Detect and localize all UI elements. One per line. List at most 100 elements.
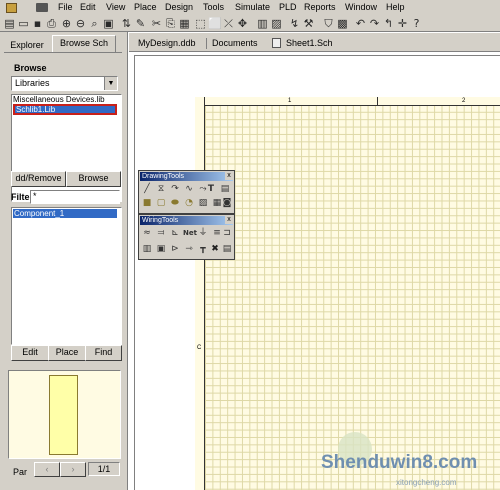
menu-window[interactable]: Window — [345, 2, 377, 13]
component-list[interactable]: Component_1 — [11, 207, 122, 345]
library-item-selected[interactable]: Schlib1.Lib — [13, 104, 117, 115]
hierarchy-icon[interactable]: ⇅ — [120, 17, 133, 30]
line-icon[interactable]: ╱ — [141, 183, 153, 195]
port-icon[interactable]: ⊳ — [169, 243, 181, 255]
image-icon[interactable]: ▨ — [197, 197, 209, 209]
component-item-label: Component_1 — [14, 209, 65, 218]
edit-button[interactable]: Edit — [11, 345, 49, 361]
library-dropdown[interactable]: Libraries ▼ — [11, 76, 118, 91]
panel-toggle-icon[interactable]: ▤ — [3, 17, 16, 30]
deselect-icon[interactable]: ⬜ — [208, 17, 222, 30]
filter-value: * — [33, 191, 37, 201]
menu-pld[interactable]: PLD — [279, 2, 297, 13]
netlist-icon[interactable]: ▨ — [270, 17, 283, 30]
doc-tab-sheet1[interactable]: Sheet1.Sch — [286, 36, 333, 50]
bezier-icon[interactable]: ∿ — [183, 183, 195, 195]
no-erc-icon[interactable]: ✖ — [209, 243, 221, 255]
directive-icon[interactable]: ▤ — [221, 243, 233, 255]
ellipse-icon[interactable]: ⬬ — [169, 197, 181, 209]
pie-icon[interactable]: ◔ — [183, 197, 195, 209]
part-prev-button[interactable]: ‹ — [34, 462, 60, 477]
close-icon[interactable]: x — [225, 216, 233, 224]
sheet-zone-strip-top — [205, 97, 500, 106]
net-label-icon[interactable]: Net — [183, 227, 197, 239]
menu-bar: File Edit View Place Design Tools Simula… — [0, 0, 500, 16]
tab-explorer[interactable]: Explorer — [4, 38, 50, 52]
power-port-icon[interactable]: ⏚ — [197, 227, 209, 239]
watermark-text: Shenduwin8.com — [321, 452, 478, 473]
save-icon[interactable]: ▪ — [31, 17, 44, 30]
io-port-icon[interactable]: ⇾ — [183, 243, 195, 255]
doc-tab-mydesign[interactable]: MyDesign.ddb — [138, 36, 196, 50]
app-icon[interactable] — [6, 3, 17, 13]
cut-icon[interactable]: ✂ — [150, 17, 163, 30]
folder-icon[interactable] — [36, 3, 48, 12]
paste-icon[interactable]: ▦ — [178, 17, 191, 30]
menu-tools[interactable]: Tools — [203, 2, 224, 13]
component-item-selected[interactable]: Component_1 — [13, 209, 117, 218]
polygon-icon[interactable]: ⧖ — [155, 183, 167, 195]
menu-view[interactable]: View — [106, 2, 125, 13]
bus-icon[interactable]: ⫤ — [155, 227, 167, 239]
wire-icon[interactable]: ≈ — [141, 227, 153, 239]
menu-file[interactable]: File — [58, 2, 73, 13]
menu-place[interactable]: Place — [134, 2, 157, 13]
sheet-entry-icon[interactable]: ▣ — [155, 243, 167, 255]
open-icon[interactable]: ▭ — [17, 17, 30, 30]
sheet-symbol-icon[interactable]: ▥ — [141, 243, 153, 255]
zoom-in-icon[interactable]: ⊕ — [60, 17, 73, 30]
filter-input[interactable]: * — [30, 190, 120, 204]
chip-icon[interactable]: ▩ — [336, 17, 349, 30]
doc-tab-separator — [206, 38, 207, 49]
add-remove-button[interactable]: dd/Remove — [11, 171, 66, 187]
library-icon[interactable]: ▥ — [256, 17, 269, 30]
toolbar: ▤ ▭ ▪ ⎙ ⊕ ⊖ ⌕ ▣ ⇅ ✎ ✂ ⎘ ▦ ⬚ ⬜ ⤫ ✥ ▥ ▨ ↯ … — [0, 16, 500, 32]
tab-browse-sch[interactable]: Browse Sch — [52, 35, 116, 53]
copy-icon[interactable]: ⎘ — [164, 17, 177, 30]
doc-tab-documents[interactable]: Documents — [212, 36, 258, 50]
menu-reports[interactable]: Reports — [304, 2, 336, 13]
zoom-fit-icon[interactable]: ▣ — [102, 17, 115, 30]
back-icon[interactable]: ↰ — [382, 17, 395, 30]
find-button[interactable]: Find — [85, 345, 122, 361]
crosshair-icon[interactable]: ✛ — [396, 17, 409, 30]
probe-icon[interactable]: ↯ — [288, 17, 301, 30]
drawing-tools-palette: DrawingTools x ╱ ⧖ ↷ ∿ ⤳ T ▤ ■ ▢ ⬬ ◔ ▨ ▦… — [138, 170, 235, 214]
help-icon[interactable]: ? — [410, 17, 423, 30]
arc-icon[interactable]: ↷ — [169, 183, 181, 195]
rounded-rectangle-icon[interactable]: ▢ — [155, 197, 167, 209]
menu-design[interactable]: Design — [165, 2, 193, 13]
move-icon[interactable]: ✥ — [236, 17, 249, 30]
pencil-icon[interactable]: ✎ — [134, 17, 147, 30]
menu-edit[interactable]: Edit — [80, 2, 96, 13]
rectangle-icon[interactable]: ■ — [141, 197, 153, 209]
junction-icon[interactable]: ┳ — [197, 243, 209, 255]
sheet-grid[interactable] — [205, 97, 500, 490]
tool-icon[interactable]: ⚒ — [302, 17, 315, 30]
close-icon[interactable]: x — [225, 172, 233, 180]
schematic-doc-icon — [272, 38, 281, 48]
chevron-down-icon[interactable]: ▼ — [104, 77, 117, 90]
part-icon[interactable]: ⊐ — [221, 227, 233, 239]
part-label: Par — [13, 467, 28, 477]
select-icon[interactable]: ⬚ — [194, 17, 207, 30]
undo-icon[interactable]: ↶ — [354, 17, 367, 30]
library-item-selected-label: Schlib1.Lib — [16, 105, 56, 114]
part-preview — [8, 370, 121, 459]
shield-icon[interactable]: ⛉ — [322, 17, 335, 30]
browse-button[interactable]: Browse — [66, 171, 121, 187]
print-icon[interactable]: ⎙ — [45, 17, 58, 30]
paste-array-icon[interactable]: ◙ — [221, 197, 233, 209]
part-next-button[interactable]: › — [60, 462, 86, 477]
redo-icon[interactable]: ↷ — [368, 17, 381, 30]
library-item[interactable]: Miscellaneous Devices.lib — [13, 96, 105, 104]
menu-simulate[interactable]: Simulate — [235, 2, 270, 13]
bus-entry-icon[interactable]: ⊾ — [169, 227, 181, 239]
text-icon[interactable]: T — [205, 183, 217, 195]
place-button[interactable]: Place — [48, 345, 86, 361]
zoom-out-icon[interactable]: ⊖ — [74, 17, 87, 30]
text-frame-icon[interactable]: ▤ — [219, 183, 231, 195]
cross-select-icon[interactable]: ⤫ — [222, 17, 235, 30]
zoom-area-icon[interactable]: ⌕ — [88, 17, 101, 30]
menu-help[interactable]: Help — [386, 2, 405, 13]
